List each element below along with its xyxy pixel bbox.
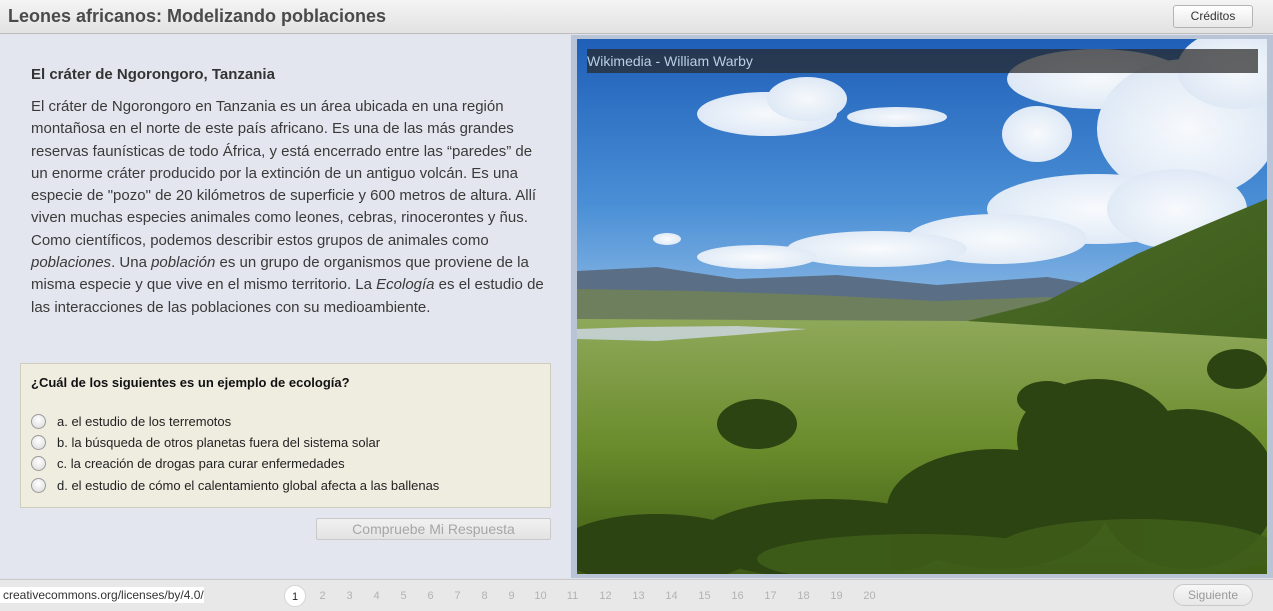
page-17-button[interactable]: 17 (754, 590, 787, 602)
paragraph-text: . Una (111, 254, 152, 272)
page-15-button[interactable]: 15 (688, 590, 721, 602)
page-10-button[interactable]: 10 (525, 590, 556, 602)
page-3-button[interactable]: 3 (336, 590, 363, 602)
quiz-question: ¿Cuál de los siguientes es un ejemplo de… (31, 375, 350, 390)
quiz-option-b[interactable]: b. la búsqueda de otros planetas fuera d… (31, 433, 380, 451)
page-7-button[interactable]: 7 (444, 590, 471, 602)
page-13-button[interactable]: 13 (622, 590, 655, 602)
caption-text: Wikimedia - William Warby (587, 53, 753, 69)
content-panel: El cráter de Ngorongoro, Tanzania El crá… (0, 35, 570, 578)
page-1-button[interactable]: 1 (284, 585, 306, 607)
option-label: a. el estudio de los terremotos (57, 413, 232, 429)
quiz-option-c[interactable]: c. la creación de drogas para curar enfe… (31, 454, 345, 472)
body-paragraph: El cráter de Ngorongoro en Tanzania es u… (31, 96, 551, 319)
page-5-button[interactable]: 5 (390, 590, 417, 602)
page-title: Leones africanos: Modelizando poblacione… (8, 6, 387, 26)
option-label: b. la búsqueda de otros planetas fuera d… (57, 434, 381, 450)
quiz-option-a[interactable]: a. el estudio de los terremotos (31, 412, 231, 430)
section-title: El cráter de Ngorongoro, Tanzania (31, 66, 275, 83)
term-poblaciones: poblaciones (31, 254, 112, 272)
page-12-button[interactable]: 12 (589, 590, 622, 602)
next-button[interactable]: Siguiente (1173, 584, 1253, 606)
quiz-option-d[interactable]: d. el estudio de cómo el calentamiento g… (31, 476, 439, 494)
footer-bar: creativecommons.org/licenses/by/4.0/ 123… (0, 579, 1273, 611)
landscape-image (577, 39, 1267, 574)
page-19-button[interactable]: 19 (820, 590, 853, 602)
landscape-photo: Wikimedia - William Warby (577, 39, 1267, 574)
page-9-button[interactable]: 9 (498, 590, 525, 602)
page-20-button[interactable]: 20 (853, 590, 886, 602)
app-header: Leones africanos: Modelizando poblacione… (0, 0, 1273, 34)
check-answer-button[interactable]: Compruebe Mi Respuesta (316, 518, 551, 540)
term-poblacion: población (151, 254, 216, 272)
radio-button[interactable] (31, 477, 46, 493)
page-4-button[interactable]: 4 (363, 590, 390, 602)
image-frame: Wikimedia - William Warby (571, 35, 1273, 578)
radio-button[interactable] (31, 434, 46, 450)
image-caption: Wikimedia - William Warby (587, 49, 1258, 73)
radio-button[interactable] (31, 455, 46, 471)
page-2-button[interactable]: 2 (309, 590, 336, 602)
page-6-button[interactable]: 6 (417, 590, 444, 602)
page-14-button[interactable]: 14 (655, 590, 688, 602)
term-ecologia: Ecología (376, 276, 435, 294)
paragraph-text: El cráter de Ngorongoro en Tanzania es u… (31, 98, 537, 249)
radio-button[interactable] (31, 413, 46, 429)
page-8-button[interactable]: 8 (471, 590, 498, 602)
pagination: 1 2 3 4 5 6 7 8 9 10 11 12 13 14 15 16 17 18 19 20 (284, 585, 886, 607)
page-18-button[interactable]: 18 (787, 590, 820, 602)
option-label: d. el estudio de cómo el calentamiento g… (57, 477, 440, 493)
quiz-box: ¿Cuál de los siguientes es un ejemplo de… (20, 363, 551, 508)
license-link[interactable]: creativecommons.org/licenses/by/4.0/ (0, 587, 204, 603)
page-16-button[interactable]: 16 (721, 590, 754, 602)
page-11-button[interactable]: 11 (556, 590, 589, 602)
credits-button[interactable]: Créditos (1173, 5, 1253, 28)
option-label: c. la creación de drogas para curar enfe… (57, 455, 345, 471)
